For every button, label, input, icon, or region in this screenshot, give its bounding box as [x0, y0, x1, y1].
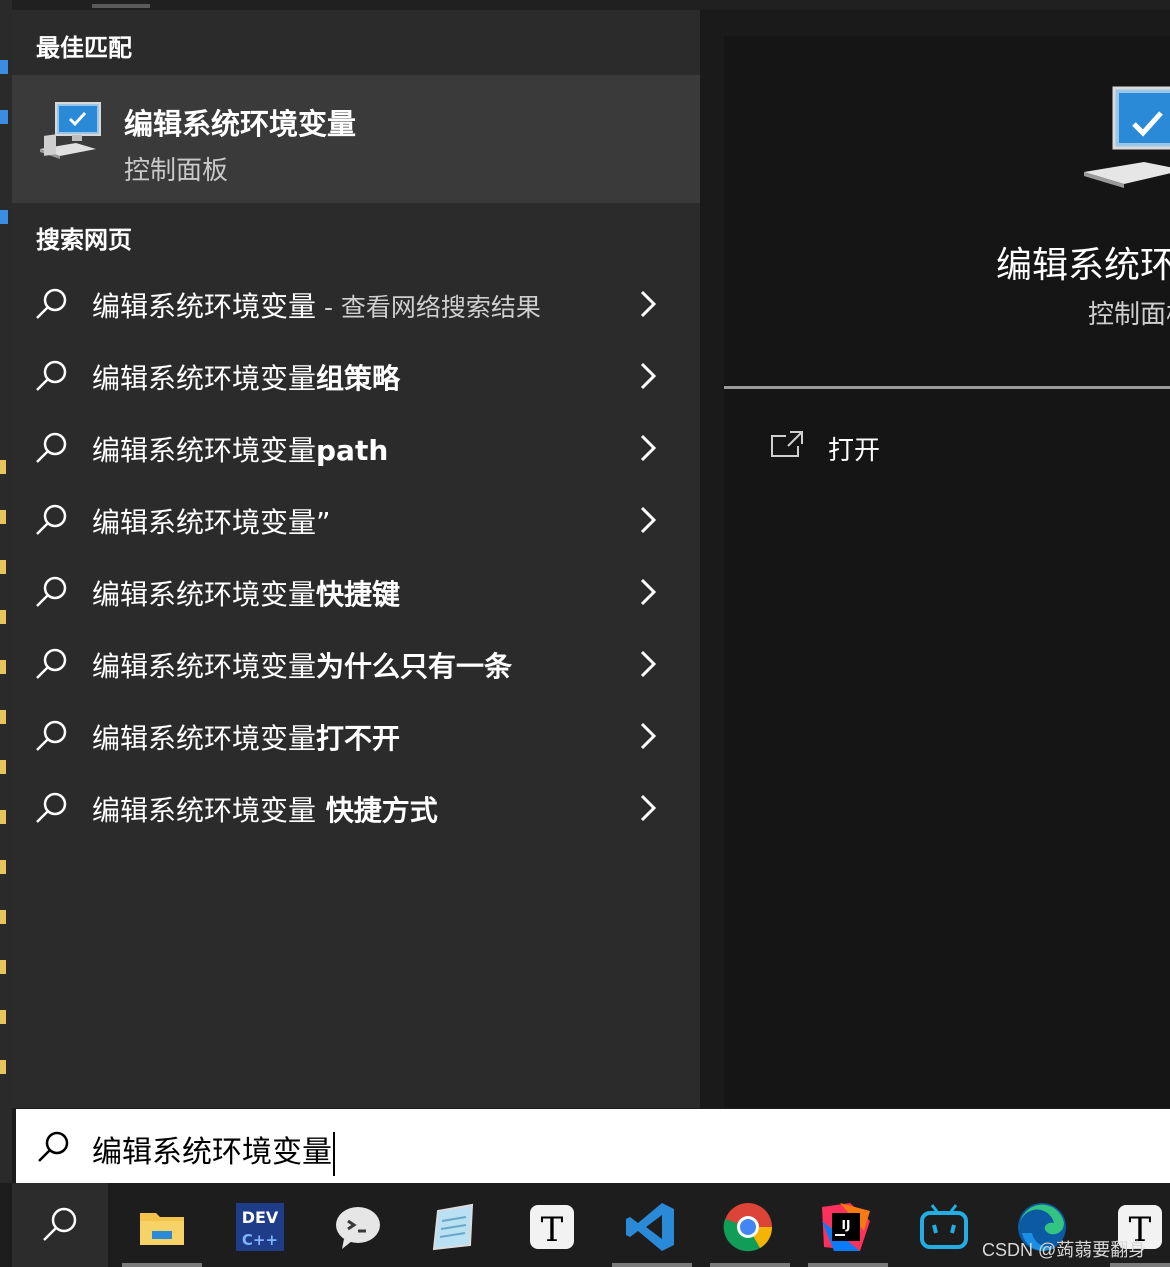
system-computer-icon [1084, 86, 1170, 188]
open-external-icon [771, 431, 803, 457]
result-label: 编辑系统环境变量 - 查看网络搜索结果 [92, 285, 541, 325]
svg-text:IJ: IJ [842, 1218, 851, 1232]
best-match-title: 编辑系统环境变量 [124, 107, 357, 141]
result-label: 编辑系统环境变量path [92, 429, 388, 469]
web-search-result[interactable]: 编辑系统环境变量” [12, 488, 700, 552]
search-icon [36, 576, 67, 607]
web-search-result[interactable]: 编辑系统环境变量快捷键 [12, 560, 700, 624]
text-caret [333, 1131, 335, 1176]
typora-icon[interactable]: T [526, 1201, 578, 1253]
open-action[interactable]: 打开 [770, 426, 970, 470]
search-icon [36, 648, 67, 679]
preview-divider [724, 386, 1170, 389]
vscode-icon[interactable] [624, 1201, 676, 1253]
chevron-right-icon[interactable] [638, 432, 658, 464]
chevron-right-icon[interactable] [638, 648, 658, 680]
search-query-text: 编辑系统环境变量 [92, 1135, 332, 1170]
result-hint: - 查看网络搜索结果 [316, 293, 541, 322]
dev-cpp-icon[interactable]: DEV C++ [234, 1201, 286, 1253]
wechat-icon[interactable] [332, 1201, 384, 1253]
chevron-right-icon[interactable] [638, 576, 658, 608]
result-query: 编辑系统环境变量 [92, 578, 317, 611]
preview-subtitle: 控制面板 [1088, 300, 1170, 330]
result-query: 编辑系统环境变量 [92, 722, 317, 755]
intellij-idea-icon[interactable]: IJ [820, 1201, 872, 1253]
search-icon [43, 1207, 77, 1241]
watermark: CSDN @蒟蒻要翻身 [982, 1240, 1147, 1260]
search-icon [36, 288, 67, 319]
bilibili-icon[interactable] [918, 1201, 970, 1253]
search-icon [36, 360, 67, 391]
result-label: 编辑系统环境变量组策略 [92, 357, 400, 397]
search-icon [36, 504, 67, 535]
result-query: 编辑系统环境变量 [92, 290, 317, 323]
chevron-right-icon[interactable] [638, 288, 658, 320]
result-suffix: 组策略 [316, 362, 401, 395]
result-suffix: 为什么只有一条 [316, 650, 513, 683]
open-label: 打开 [828, 436, 881, 466]
result-suffix: 打不开 [316, 722, 401, 755]
top-strip [12, 0, 1170, 10]
svg-text:T: T [541, 1210, 564, 1250]
result-query: 编辑系统环境变量 [92, 362, 317, 395]
chevron-right-icon[interactable] [638, 360, 658, 392]
search-icon [36, 432, 67, 463]
web-search-result[interactable]: 编辑系统环境变量打不开 [12, 704, 700, 768]
desktop-edge [0, 0, 12, 1190]
web-search-result[interactable]: 编辑系统环境变量path [12, 416, 700, 480]
best-match-heading: 最佳匹配 [36, 34, 132, 62]
file-explorer-icon[interactable] [136, 1201, 188, 1253]
web-search-result[interactable]: 编辑系统环境变量为什么只有一条 [12, 632, 700, 696]
result-suffix: path [316, 434, 389, 467]
chrome-icon[interactable] [722, 1201, 774, 1253]
chevron-right-icon[interactable] [638, 504, 658, 536]
taskbar-search-button[interactable] [12, 1183, 108, 1267]
result-query: 编辑系统环境变量 [92, 434, 317, 467]
web-search-result[interactable]: 编辑系统环境变量 - 查看网络搜索结果 [12, 272, 700, 336]
preview-panel: 编辑系统环 控制面板 打开 [724, 36, 1170, 1108]
result-query: 编辑系统环境变量 [92, 794, 317, 827]
svg-text:DEV: DEV [242, 1208, 279, 1227]
chevron-right-icon[interactable] [638, 792, 658, 824]
result-query: 编辑系统环境变量 [92, 650, 317, 683]
chevron-right-icon[interactable] [638, 720, 658, 752]
preview-title: 编辑系统环 [996, 245, 1170, 286]
web-search-heading: 搜索网页 [36, 226, 132, 254]
web-search-result[interactable]: 编辑系统环境变量组策略 [12, 344, 700, 408]
result-label: 编辑系统环境变量” [92, 501, 331, 541]
result-suffix: 快捷方式 [316, 794, 438, 827]
search-icon [36, 720, 67, 751]
best-match-subtitle: 控制面板 [124, 156, 229, 186]
svg-text:C++: C++ [242, 1231, 278, 1249]
result-label: 编辑系统环境变量 快捷方式 [92, 789, 438, 829]
web-search-result[interactable]: 编辑系统环境变量 快捷方式 [12, 776, 700, 840]
search-query: 编辑系统环境变量 [92, 1127, 335, 1176]
search-input[interactable]: 编辑系统环境变量 [16, 1109, 1170, 1183]
search-icon [36, 792, 67, 823]
search-results-panel: 最佳匹配 编辑系统环境变量 控制面板 搜索网页 编辑系统环境变量 - 查看网络搜… [12, 10, 700, 1108]
system-computer-icon [40, 102, 101, 159]
best-match-item[interactable]: 编辑系统环境变量 控制面板 [12, 75, 700, 203]
notepad-icon[interactable] [428, 1201, 480, 1253]
result-query: 编辑系统环境变量” [92, 506, 331, 539]
result-label: 编辑系统环境变量打不开 [92, 717, 400, 757]
result-suffix: 快捷键 [316, 578, 401, 611]
search-icon [38, 1131, 69, 1162]
result-label: 编辑系统环境变量快捷键 [92, 573, 400, 613]
result-label: 编辑系统环境变量为什么只有一条 [92, 645, 512, 685]
